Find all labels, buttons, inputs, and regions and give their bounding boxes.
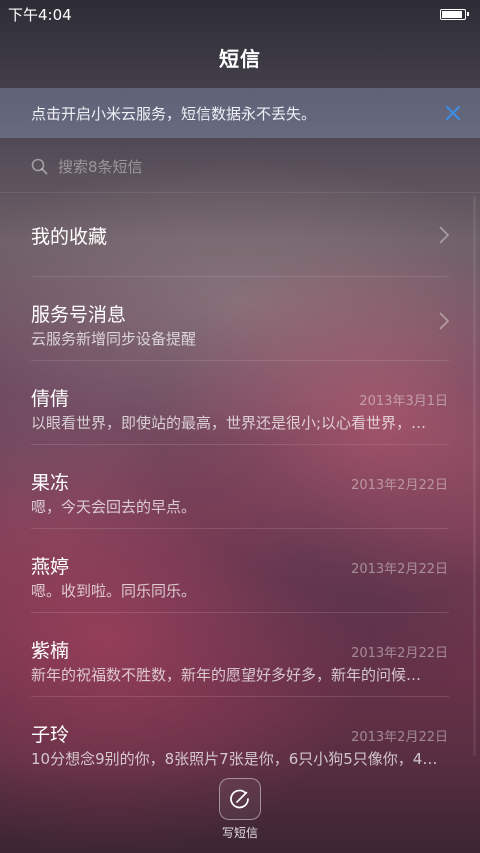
search-input[interactable]: 搜索8条短信 (31, 146, 449, 186)
conversation-row[interactable]: 果冻 2013年2月22日 嗯，今天会回去的早点。 (0, 445, 480, 529)
conversation-row[interactable]: 燕婷 2013年2月22日 嗯。收到啦。同乐同乐。 (0, 529, 480, 613)
chevron-right-icon (439, 312, 449, 330)
battery-icon (440, 8, 469, 20)
cloud-service-banner[interactable]: 点击开启小米云服务，短信数据永不丢失。 (0, 88, 480, 138)
list-item-name: 服务号消息 (31, 304, 127, 326)
compose-button[interactable] (219, 778, 261, 820)
compose-label: 写短信 (221, 826, 258, 840)
message-date: 2013年2月22日 (351, 646, 448, 661)
list-item-favorites[interactable]: 我的收藏 (0, 193, 480, 277)
search-placeholder: 搜索8条短信 (58, 157, 143, 176)
conversation-row[interactable]: 倩倩 2013年3月1日 以眼看世界，即使站的最高，世界还是很小;以心看世界，… (0, 361, 480, 445)
chevron-right-icon (439, 226, 449, 244)
list-item-name: 我的收藏 (31, 226, 108, 248)
status-time: 下午4:04 (8, 5, 72, 24)
list-item-service-messages[interactable]: 服务号消息 云服务新增同步设备提醒 (0, 277, 480, 361)
contact-name: 紫楠 (31, 640, 70, 662)
close-icon[interactable] (444, 104, 462, 122)
message-preview: 嗯，今天会回去的早点。 (31, 498, 197, 516)
contact-name: 子玲 (31, 724, 70, 746)
page-title: 短信 (219, 46, 261, 71)
conversation-list: 我的收藏 服务号消息 云服务新增同步设备提醒 倩倩 2013年3月1日 以眼看世… (0, 193, 480, 781)
message-preview: 嗯。收到啦。同乐同乐。 (31, 582, 197, 600)
message-date: 2013年2月22日 (351, 478, 448, 493)
contact-name: 倩倩 (31, 388, 70, 410)
message-date: 2013年2月22日 (351, 562, 448, 577)
list-item-preview: 云服务新增同步设备提醒 (31, 330, 197, 348)
contact-name: 燕婷 (31, 556, 70, 578)
message-preview: 以眼看世界，即使站的最高，世界还是很小;以心看世界，… (31, 414, 427, 432)
message-preview: 新年的祝福数不胜数，新年的愿望好多好多，新年的问候… (31, 666, 422, 684)
title-bar: 短信 (0, 28, 480, 86)
search-icon (31, 158, 48, 174)
message-date: 2013年2月22日 (351, 730, 448, 745)
contact-name: 果冻 (31, 472, 70, 494)
scrollbar[interactable] (473, 196, 476, 756)
conversation-row[interactable]: 紫楠 2013年2月22日 新年的祝福数不胜数，新年的愿望好多好多，新年的问候… (0, 613, 480, 697)
compose-icon (230, 789, 249, 809)
message-date: 2013年3月1日 (359, 394, 448, 409)
banner-text: 点击开启小米云服务，短信数据永不丢失。 (31, 104, 317, 123)
status-bar: 下午4:04 (0, 0, 480, 28)
